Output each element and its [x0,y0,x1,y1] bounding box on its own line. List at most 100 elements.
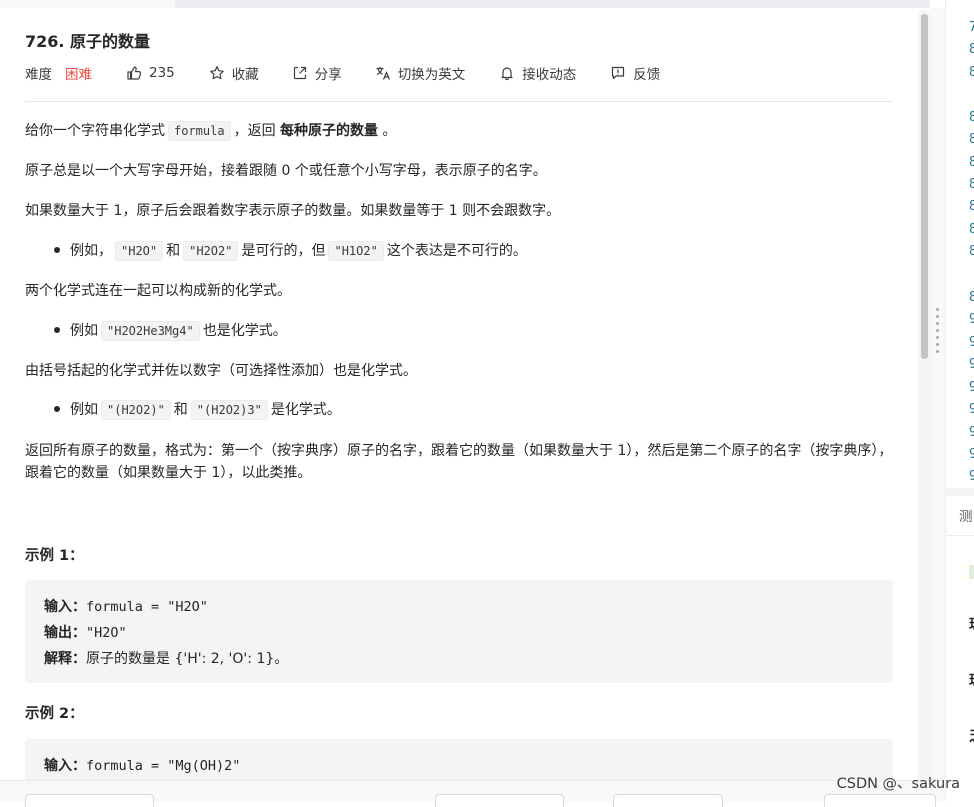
text: 这个表达是不可行的。 [386,243,527,259]
example-1-explanation: 解释：原子的数量是 {'H': 2, 'O': 1}。 [44,648,288,668]
top-strip-segment [175,0,930,8]
text: 例如 [70,402,98,418]
line-number: 7 [969,20,974,35]
inline-code: "(H2O2)" [101,400,171,420]
example-1-output: 输出："H2O" [44,622,127,642]
input-value: formula = "Mg(OH)2" [86,758,241,774]
difficulty: 难度 困难 [25,63,92,83]
line-number: 9 [969,312,974,327]
editor-console-separator [946,488,974,496]
text: 和 [173,402,188,418]
feedback-button[interactable]: 反馈 [610,63,660,83]
input-label: 输入： [44,758,86,774]
example-1-input: 输入：formula = "H2O" [44,596,208,616]
console-text: 理 [969,614,974,634]
output-label: 输出： [44,625,86,641]
tab-underline [946,535,974,536]
line-number: 8 [969,244,974,259]
bullet-item-2: 例如 "H2O2He3Mg4" 也是化学式。 [25,320,287,342]
inline-code: formula [168,121,231,141]
collect-button[interactable]: 收藏 [209,63,259,83]
line-number: 8 [969,155,974,170]
problem-title: 726. 原子的数量 [25,32,151,51]
example-2-box: 输入：formula = "Mg(OH)2" [25,739,893,780]
feedback-icon [610,65,626,81]
description-paragraph-2: 原子总是以一个大写字母开始，接着跟随 0 个或任意个小写字母，表示原子的名字。 [25,163,547,179]
bullet-dot [54,327,60,333]
line-number: 8 [969,132,974,147]
translate-icon [375,65,391,81]
like-button[interactable]: 235 [126,65,175,81]
description-paragraph-5: 由括号括起的化学式并佐以数字（可选择性添加）也是化学式。 [25,363,417,379]
translate-label: 切换为英文 [397,67,466,83]
output-value: "H2O" [86,625,127,641]
line-number: 9 [969,357,974,372]
text: 例如， [70,243,112,259]
text: ，返回 [233,123,276,139]
drag-dots-icon [936,308,939,357]
console-text: 乏 [969,726,974,746]
description-paragraph-1: 给你一个字符串化学式 formula ，返回 每种原子的数量 。 [25,120,396,142]
description-paragraph-4: 两个化学式连在一起可以构成新的化学式。 [25,283,291,299]
pane-resize-handle[interactable] [930,8,945,780]
bullet-item-1: 例如， "H2O" 和 "H2O2" 是可行的，但 "H1O2" 这个表达是不可行的。 [25,240,527,262]
inline-code: "(H2O2)3" [190,400,268,420]
line-number: 8 [969,65,974,80]
bullet-dot [54,247,60,253]
bell-icon [499,65,515,81]
example-1-title: 示例 1： [25,548,84,564]
tab-testcase[interactable]: 测 [959,505,973,525]
text: 也是化学式。 [202,323,287,339]
input-value: formula = "H2O" [86,599,208,615]
text: 和 [166,243,181,259]
line-number: 9 [969,469,974,484]
code-editor-pane[interactable]: 7 8 8 8 8 8 8 8 8 8 8 9 9 9 9 9 9 9 9 测 理 理 乏 [945,0,974,801]
description-paragraph-3: 如果数量大于 1，原子后会跟着数字表示原子的数量。如果数量等于 1 则不会跟数字… [25,203,561,219]
share-icon [292,65,308,81]
input-label: 输入： [44,599,86,615]
inline-code: "H2O" [115,241,164,261]
notify-button[interactable]: 接收动态 [499,63,576,83]
text: 是化学式。 [270,402,341,418]
notify-label: 接收动态 [522,67,577,83]
example-2-input: 输入：formula = "Mg(OH)2" [44,755,240,775]
description-pane: 726. 原子的数量 难度 困难 235 收藏 分享 切换为英文 接收动态 反馈… [0,8,930,780]
text: 例如 [70,323,98,339]
bullet-item-3: 例如 "(H2O2)" 和 "(H2O2)3" 是化学式。 [25,399,341,421]
example-1-box: 输入：formula = "H2O" 输出："H2O" 解释：原子的数量是 {'… [25,580,893,683]
difficulty-label: 难度 [25,67,52,83]
line-number: 9 [969,425,974,440]
line-number: 8 [969,222,974,237]
line-number: 8 [969,42,974,57]
explain-value: 原子的数量是 {'H': 2, 'O': 1}。 [86,651,289,667]
line-number: 9 [969,380,974,395]
watermark: CSDN @、sakura [836,776,960,792]
explain-label: 解释： [44,651,86,667]
console-status-marker [969,565,974,579]
top-strip [0,0,930,8]
problem-meta-bar: 难度 困难 235 收藏 分享 切换为英文 接收动态 反馈 [25,62,660,84]
text: 。 [382,123,397,139]
description-scrollbar-thumb[interactable] [921,14,928,359]
console-text: 理 [969,670,974,690]
star-icon [209,65,225,81]
header-divider [25,101,893,102]
line-number: 8 [969,290,974,305]
share-label: 分享 [314,67,342,83]
share-button[interactable]: 分享 [292,63,342,83]
line-number: 8 [969,110,974,125]
text: 给你一个字符串化学式 [25,123,165,139]
example-2-title: 示例 2： [25,706,84,722]
inline-code: "H2O2" [183,241,239,261]
thumbs-up-icon [126,65,142,81]
difficulty-value: 困难 [65,67,92,83]
line-number: 9 [969,402,974,417]
bullet-dot [54,406,60,412]
line-number: 8 [969,199,974,214]
inline-code: "H2O2He3Mg4" [101,321,200,341]
collect-label: 收藏 [231,67,259,83]
line-number: 9 [969,447,974,462]
text: 是可行的，但 [241,243,326,259]
translate-button[interactable]: 切换为英文 [375,63,466,83]
description-paragraph-6: 返回所有原子的数量，格式为：第一个（按字典序）原子的名字，跟着它的数量（如果数量… [25,443,893,481]
